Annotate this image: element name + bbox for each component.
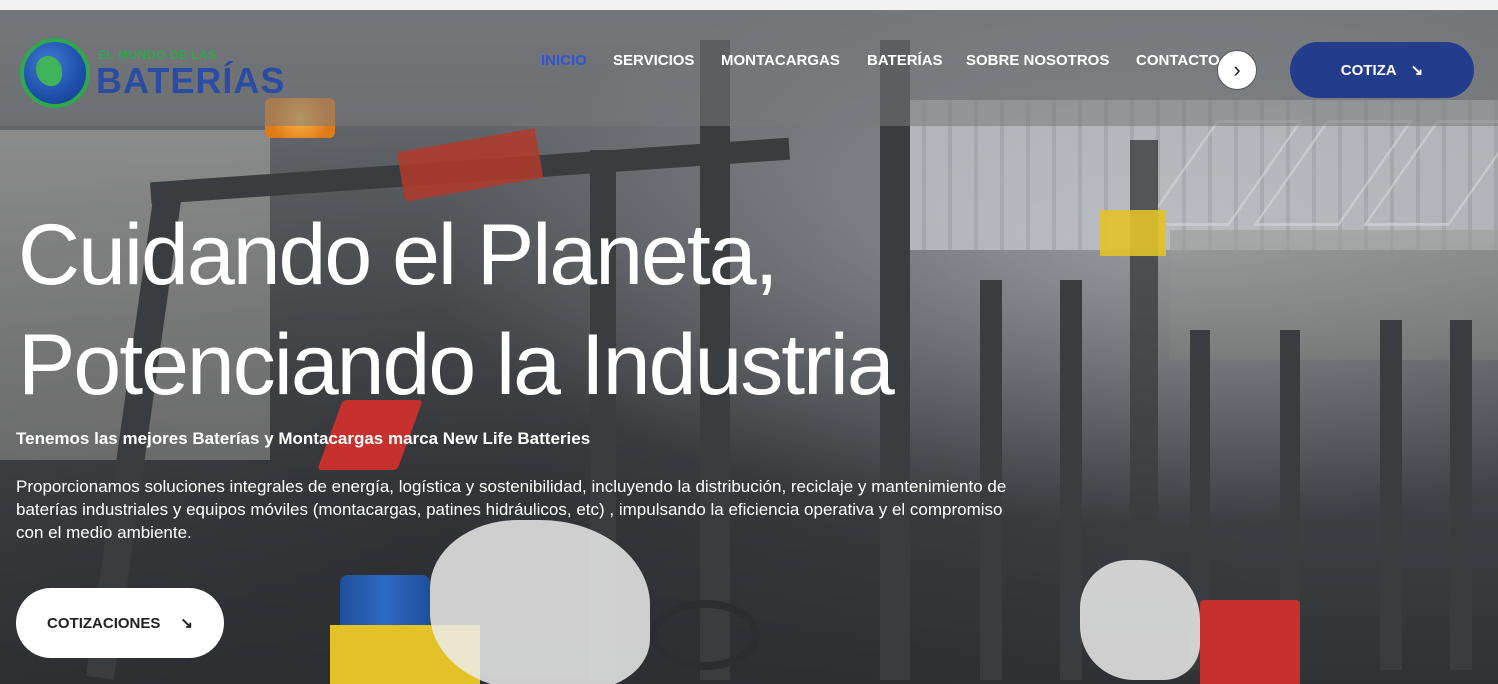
red-charger [1200,600,1300,684]
nav-item-montacargas[interactable]: MONTACARGAS [721,52,840,69]
cotizaciones-button[interactable]: COTIZACIONES ↘ [16,588,224,658]
hero-description: Proporcionamos soluciones integrales de … [16,477,1007,542]
steering-wheel [650,600,760,670]
cotizaciones-label: COTIZACIONES [47,614,161,632]
globe-icon [20,38,90,108]
cotiza-label: COTIZA [1340,61,1397,79]
nav-item-servicios[interactable]: SERVICIOS [613,52,694,69]
nav-item-inicio[interactable]: INICIO [541,52,587,69]
headline-line-1: Cuidando el Planeta, [18,207,778,303]
forklift-mast [1060,280,1082,680]
plastic-wrap [430,520,650,684]
forklift-mast [1450,320,1472,670]
warehouse-column [1130,140,1158,560]
arrow-down-right-icon: ↘ [180,615,193,632]
headline-line-2: Potenciando la Industria [18,317,895,413]
logo-wordmark: BATERÍAS [96,60,286,101]
plastic-wrap [1080,560,1200,680]
site-logo[interactable]: EL MUNDO DE LAS BATERÍAS [20,32,284,114]
top-navbar: EL MUNDO DE LAS BATERÍAS INICIO SERVICIO… [0,10,1498,126]
arrow-down-right-icon: ↘ [1410,62,1424,79]
cotiza-button[interactable]: COTIZA ↘ [1290,42,1474,98]
nav-item-contacto[interactable]: CONTACTO [1136,52,1220,69]
warehouse-wall [1170,230,1498,360]
chevron-right-icon: › [1233,57,1241,82]
yellow-bracket [1100,210,1166,256]
nav-item-sobre-nosotros[interactable]: SOBRE NOSOTROS [966,52,1109,69]
hero-subtitle: Tenemos las mejores Baterías y Montacarg… [16,429,591,448]
nav-scroll-next-button[interactable]: › [1217,50,1257,90]
nav-item-baterias[interactable]: BATERÍAS [867,52,943,69]
forklift-mast [1380,320,1402,670]
hero-headline: Cuidando el Planeta, Potenciando la Indu… [18,200,895,420]
tail-light [396,128,544,202]
